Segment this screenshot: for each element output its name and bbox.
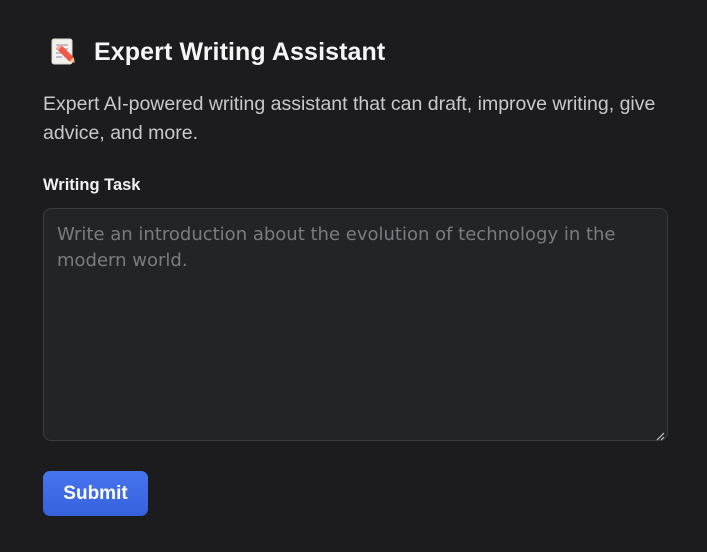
memo-pencil-icon [48, 36, 80, 68]
writing-task-input[interactable] [43, 208, 668, 441]
writing-task-field-wrapper [43, 208, 668, 441]
header: Expert Writing Assistant [43, 34, 668, 70]
assistant-card: Expert Writing Assistant Expert AI-power… [43, 34, 668, 516]
submit-button[interactable]: Submit [43, 471, 148, 516]
resize-handle-icon[interactable] [655, 428, 665, 441]
writing-task-label: Writing Task [43, 176, 141, 194]
app-description: Expert AI-powered writing assistant that… [43, 93, 656, 144]
app-title: Expert Writing Assistant [94, 37, 386, 66]
